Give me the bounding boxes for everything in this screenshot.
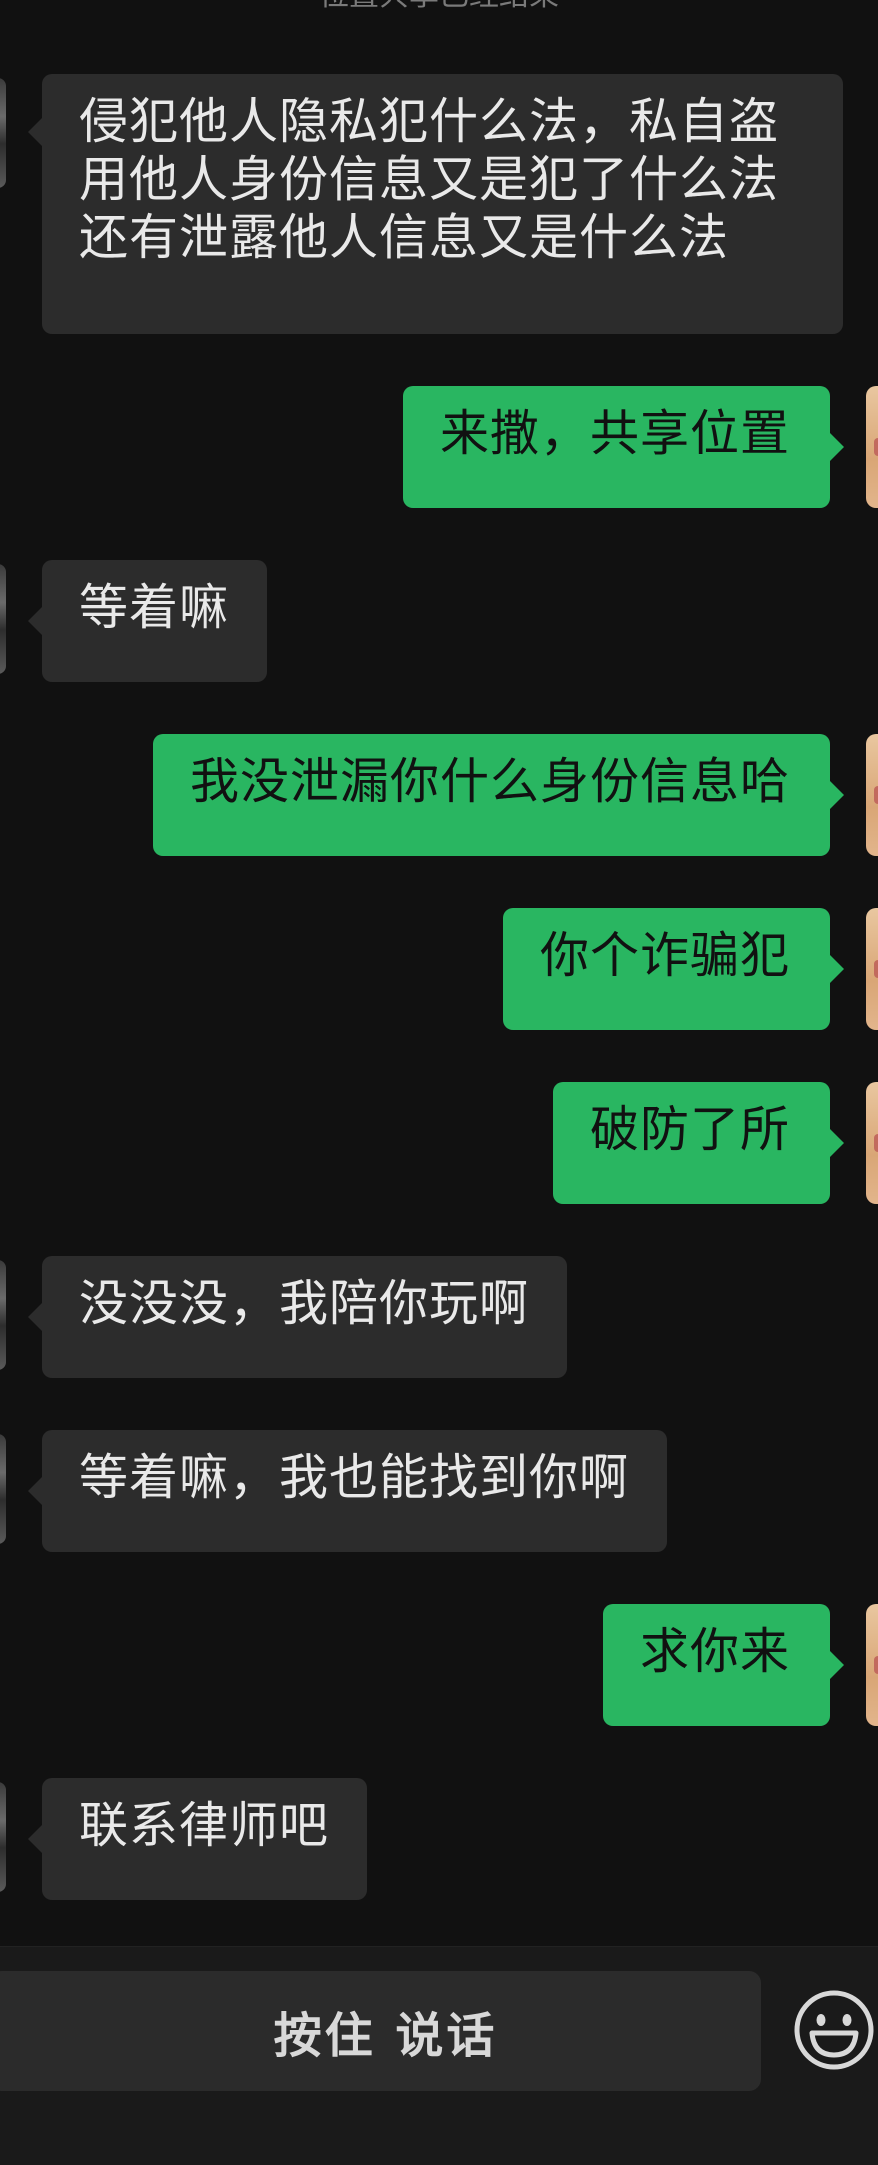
smiley-face-icon[interactable]	[793, 1989, 875, 2071]
message-row: 联系律师吧	[0, 1778, 878, 1900]
outgoing-message-bubble[interactable]: 我没泄漏你什么身份信息哈	[152, 734, 845, 856]
contact-avatar[interactable]	[0, 78, 6, 188]
my-avatar[interactable]	[866, 734, 878, 856]
message-text: 你个诈骗犯	[539, 927, 790, 984]
message-line: 侵犯他人隐私犯什么法，私自盗	[79, 93, 780, 150]
system-note-location-share-ended: 位置共享已经结束	[0, 0, 878, 14]
contact-avatar[interactable]	[0, 564, 6, 674]
message-text: 破防了所	[589, 1101, 790, 1158]
contact-avatar[interactable]	[0, 1434, 6, 1544]
chat-message-list[interactable]: 位置共享已经结束 侵犯他人隐私犯什么法，私自盗 用他人身份信息又是犯了什么法 还…	[0, 0, 878, 1946]
message-row: 破防了所	[0, 1082, 878, 1204]
outgoing-message-bubble[interactable]: 来撒，共享位置	[402, 386, 845, 508]
contact-avatar[interactable]	[0, 1782, 6, 1892]
message-row: 等着嘛	[0, 560, 878, 682]
message-text: 求你来	[639, 1623, 790, 1680]
message-line: 还有泄露他人信息又是什么法	[79, 209, 730, 266]
my-avatar[interactable]	[866, 386, 878, 508]
outgoing-message-bubble[interactable]: 破防了所	[552, 1082, 845, 1204]
contact-avatar[interactable]	[0, 1260, 6, 1370]
message-text: 来撒，共享位置	[439, 405, 790, 462]
message-row: 你个诈骗犯	[0, 908, 878, 1030]
message-line: 用他人身份信息又是犯了什么法	[79, 151, 780, 208]
message-text: 等着嘛	[79, 579, 230, 636]
message-row: 求你来	[0, 1604, 878, 1726]
message-row: 侵犯他人隐私犯什么法，私自盗 用他人身份信息又是犯了什么法 还有泄露他人信息又是…	[0, 74, 878, 334]
incoming-message-bubble[interactable]: 侵犯他人隐私犯什么法，私自盗 用他人身份信息又是犯了什么法 还有泄露他人信息又是…	[28, 74, 843, 334]
message-row: 没没没，我陪你玩啊	[0, 1256, 878, 1378]
message-text: 等着嘛，我也能找到你啊	[79, 1449, 630, 1506]
my-avatar[interactable]	[866, 1604, 878, 1726]
incoming-message-bubble[interactable]: 等着嘛，我也能找到你啊	[27, 1430, 668, 1552]
message-row: 我没泄漏你什么身份信息哈	[0, 734, 878, 856]
chat-input-bar: 按住 说话	[0, 1946, 878, 2165]
outgoing-message-bubble[interactable]: 你个诈骗犯	[502, 908, 845, 1030]
my-avatar[interactable]	[866, 1082, 878, 1204]
message-row: 等着嘛，我也能找到你啊	[0, 1430, 878, 1552]
message-text: 我没泄漏你什么身份信息哈	[189, 753, 790, 810]
hold-to-talk-button[interactable]: 按住 说话	[0, 1971, 761, 2091]
outgoing-message-bubble[interactable]: 求你来	[602, 1604, 845, 1726]
message-row: 来撒，共享位置	[0, 386, 878, 508]
message-text: 联系律师吧	[79, 1797, 330, 1854]
my-avatar[interactable]	[866, 908, 878, 1030]
incoming-message-bubble[interactable]: 没没没，我陪你玩啊	[27, 1256, 568, 1378]
incoming-message-bubble[interactable]: 等着嘛	[27, 560, 268, 682]
message-text: 没没没，我陪你玩啊	[79, 1275, 530, 1332]
incoming-message-bubble[interactable]: 联系律师吧	[27, 1778, 368, 1900]
